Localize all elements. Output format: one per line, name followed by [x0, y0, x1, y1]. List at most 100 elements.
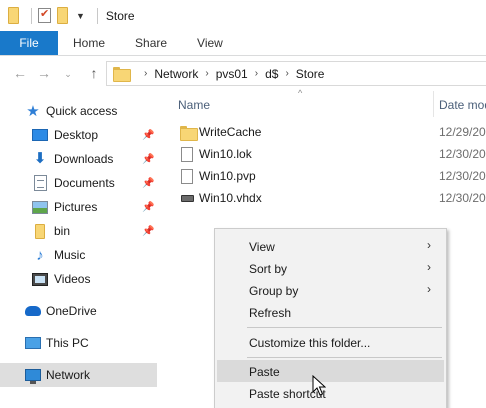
file-date: 12/30/20: [439, 169, 486, 183]
desktop-icon: [32, 127, 48, 143]
file-name: Win10.vhdx: [199, 191, 262, 205]
sidebar-item-network[interactable]: Network: [0, 363, 157, 387]
folder-icon: [180, 124, 198, 141]
breadcrumb-share[interactable]: d$: [265, 67, 278, 81]
pin-icon[interactable]: 📌: [142, 130, 154, 141]
sidebar-item-label: Pictures: [54, 200, 98, 214]
sidebar-item-onedrive[interactable]: OneDrive: [0, 299, 157, 323]
computer-icon: [25, 335, 41, 351]
sidebar-item-label: Videos: [54, 272, 91, 286]
pin-icon[interactable]: 📌: [142, 202, 154, 213]
menu-item-group-by[interactable]: Group by ›: [217, 279, 444, 301]
file-name: WriteCache: [199, 125, 262, 139]
breadcrumb-network[interactable]: Network: [154, 67, 198, 81]
column-divider[interactable]: [433, 91, 434, 117]
sidebar-item-label: OneDrive: [46, 304, 97, 318]
sidebar-item-label: Desktop: [54, 128, 99, 142]
chevron-right-icon: ›: [427, 282, 431, 296]
chevron-right-icon[interactable]: ›: [285, 68, 288, 79]
sort-ascending-icon: ^: [298, 88, 303, 98]
chevron-right-icon[interactable]: ›: [255, 68, 258, 79]
menu-item-refresh[interactable]: Refresh: [217, 301, 444, 323]
ribbon-tabs: File Home Share View: [0, 31, 486, 56]
file-date: 12/30/20: [439, 147, 486, 161]
sidebar-item-label: Network: [46, 368, 91, 382]
folder-icon: [113, 67, 131, 82]
menu-separator: [247, 357, 442, 358]
network-icon: [25, 367, 41, 384]
menu-item-label: Refresh: [249, 306, 292, 320]
new-folder-icon[interactable]: [57, 7, 68, 24]
customize-toolbar-chevron-icon[interactable]: ▼: [76, 11, 85, 21]
file-date: 12/30/20: [439, 191, 486, 205]
folder-icon[interactable]: [8, 7, 19, 24]
chevron-right-icon[interactable]: ›: [205, 68, 208, 79]
tab-file[interactable]: File: [0, 31, 58, 55]
menu-item-label: Paste: [249, 365, 280, 379]
menu-item-paste[interactable]: Paste: [217, 360, 444, 382]
downloads-icon: ⬇: [33, 150, 47, 167]
menu-item-label: Customize this folder...: [249, 336, 371, 350]
menu-item-label: View: [249, 240, 275, 254]
menu-separator: [247, 327, 442, 328]
breadcrumb-store[interactable]: Store: [296, 67, 325, 81]
navigation-bar: ← → ⌄ ↑ › Network › pvs01 › d$ › Store: [0, 56, 486, 91]
up-arrow-icon[interactable]: ↑: [84, 63, 104, 83]
back-arrow-icon[interactable]: ←: [10, 63, 30, 83]
address-bar[interactable]: › Network › pvs01 › d$ › Store: [106, 61, 486, 86]
sidebar-item-pictures[interactable]: Pictures 📌: [0, 195, 157, 219]
disk-image-icon: [180, 190, 194, 206]
sidebar-item-downloads[interactable]: ⬇ Downloads 📌: [0, 147, 157, 171]
menu-item-view[interactable]: View ›: [217, 235, 444, 257]
chevron-right-icon[interactable]: ›: [144, 68, 147, 79]
sidebar-item-label: bin: [54, 224, 71, 238]
forward-arrow-icon[interactable]: →: [34, 63, 54, 83]
tab-view[interactable]: View: [182, 31, 238, 55]
breadcrumb-pvs01[interactable]: pvs01: [216, 67, 248, 81]
divider: [96, 7, 98, 24]
window-title: Store: [105, 8, 135, 23]
menu-item-label: Sort by: [249, 262, 288, 276]
chevron-right-icon: ›: [427, 238, 431, 252]
pin-icon[interactable]: 📌: [142, 178, 154, 189]
pin-icon[interactable]: 📌: [142, 226, 154, 237]
menu-item-customize-folder[interactable]: Customize this folder...: [217, 331, 444, 353]
sidebar-item-quick-access[interactable]: ★ Quick access: [0, 99, 157, 123]
file-date: 12/29/20: [439, 125, 486, 139]
pictures-icon: [32, 199, 48, 215]
documents-icon: [32, 175, 48, 191]
file-icon: [180, 168, 194, 184]
sidebar-item-documents[interactable]: Documents 📌: [0, 171, 157, 195]
videos-icon: [32, 271, 48, 287]
sidebar-item-label: Downloads: [54, 152, 114, 166]
file-name: Win10.pvp: [199, 169, 256, 183]
column-header-date[interactable]: Date mod: [439, 98, 486, 112]
sidebar-item-desktop[interactable]: Desktop 📌: [0, 123, 157, 147]
tab-share[interactable]: Share: [120, 31, 182, 55]
navigation-pane: ★ Quick access Desktop 📌 ⬇ Downloads 📌 D…: [0, 91, 160, 408]
sidebar-item-label: Quick access: [46, 104, 118, 118]
tab-home[interactable]: Home: [58, 31, 120, 55]
file-row[interactable]: Win10.lok 12/30/20: [160, 143, 486, 165]
divider: [31, 7, 32, 24]
recent-locations-chevron-icon[interactable]: ⌄: [58, 64, 78, 84]
properties-icon[interactable]: [38, 7, 51, 23]
menu-item-paste-shortcut[interactable]: Paste shortcut: [217, 382, 444, 404]
context-menu: View › Sort by › Group by › Refresh Cust…: [214, 228, 447, 408]
sidebar-item-music[interactable]: ♪ Music: [0, 243, 157, 267]
file-row[interactable]: WriteCache 12/29/20: [160, 121, 486, 143]
pin-icon[interactable]: 📌: [142, 154, 154, 165]
file-row[interactable]: Win10.vhdx 12/30/20: [160, 187, 486, 209]
menu-item-sort-by[interactable]: Sort by ›: [217, 257, 444, 279]
file-row[interactable]: Win10.pvp 12/30/20: [160, 165, 486, 187]
sidebar-item-videos[interactable]: Videos: [0, 267, 157, 291]
column-header-name[interactable]: Name: [178, 98, 210, 112]
chevron-right-icon: ›: [427, 260, 431, 274]
sidebar-item-bin[interactable]: bin 📌: [0, 219, 157, 243]
folder-icon: [32, 223, 48, 239]
music-icon: ♪: [36, 246, 44, 264]
sidebar-item-this-pc[interactable]: This PC: [0, 331, 157, 355]
file-name: Win10.lok: [199, 147, 252, 161]
sidebar-item-label: This PC: [46, 336, 89, 350]
column-header-row: ^ Name Date mod: [160, 88, 486, 117]
